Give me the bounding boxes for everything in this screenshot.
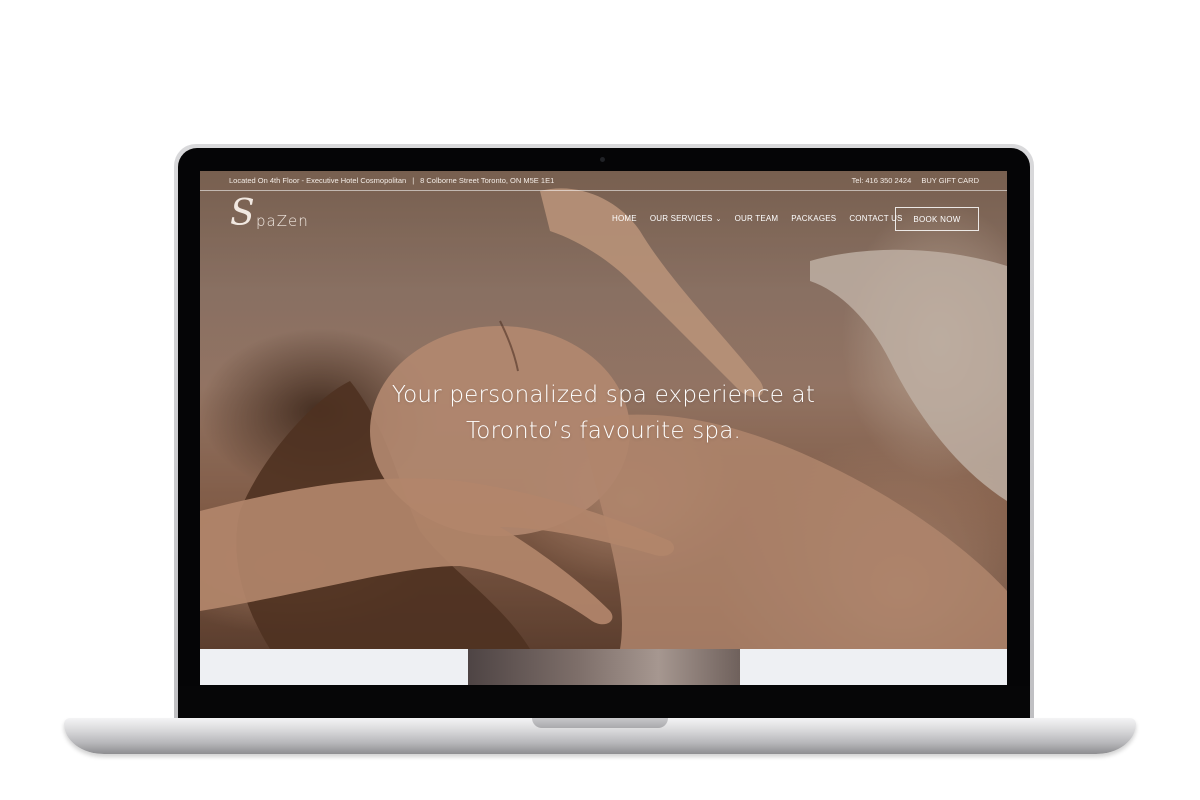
nav-home[interactable]: HOME	[612, 214, 637, 223]
nav-our-team[interactable]: OUR TEAM	[735, 214, 779, 223]
location-info: Located On 4th Floor - Executive Hotel C…	[229, 176, 554, 185]
logo-wordmark: paZen	[256, 212, 309, 230]
logo-s-glyph: S	[230, 193, 255, 234]
hero-headline-line-1: Your personalized spa experience at	[391, 382, 816, 408]
location-text: Located On 4th Floor - Executive Hotel C…	[229, 176, 407, 185]
chevron-down-icon: ⌄	[715, 216, 722, 223]
phone-link[interactable]: Tel: 416 350 2424	[852, 176, 912, 185]
nav-our-services[interactable]: OUR SERVICES ⌄	[650, 214, 722, 223]
website-screen: Located On 4th Floor - Executive Hotel C…	[200, 171, 1007, 685]
laptop-mockup: Located On 4th Floor - Executive Hotel C…	[0, 0, 1200, 800]
separator: |	[412, 176, 415, 185]
content-panel-left	[200, 649, 468, 685]
laptop-opening-notch	[532, 718, 668, 728]
content-image-middle	[468, 649, 740, 685]
hero-headline-line-2: Toronto’s favourite spa.	[465, 418, 742, 444]
spazen-logo[interactable]: S paZen	[230, 193, 330, 240]
top-info-bar: Located On 4th Floor - Executive Hotel C…	[200, 171, 1007, 191]
content-panel-right	[740, 649, 1007, 685]
book-now-button[interactable]: BOOK NOW	[895, 207, 979, 231]
contact-info: Tel: 416 350 2424 BUY GIFT CARD	[844, 176, 979, 185]
address-text: 8 Colborne Street Toronto, ON M5E 1E1	[420, 176, 555, 185]
main-nav: HOME OUR SERVICES ⌄ OUR TEAM PACKAGES CON…	[612, 214, 903, 223]
buy-gift-card-link[interactable]: BUY GIFT CARD	[921, 176, 979, 185]
camera-icon	[600, 157, 605, 162]
hero-headline: Your personalized spa experience at Toro…	[290, 377, 917, 449]
nav-our-services-label: OUR SERVICES	[649, 214, 713, 223]
nav-packages[interactable]: PACKAGES	[791, 214, 836, 223]
